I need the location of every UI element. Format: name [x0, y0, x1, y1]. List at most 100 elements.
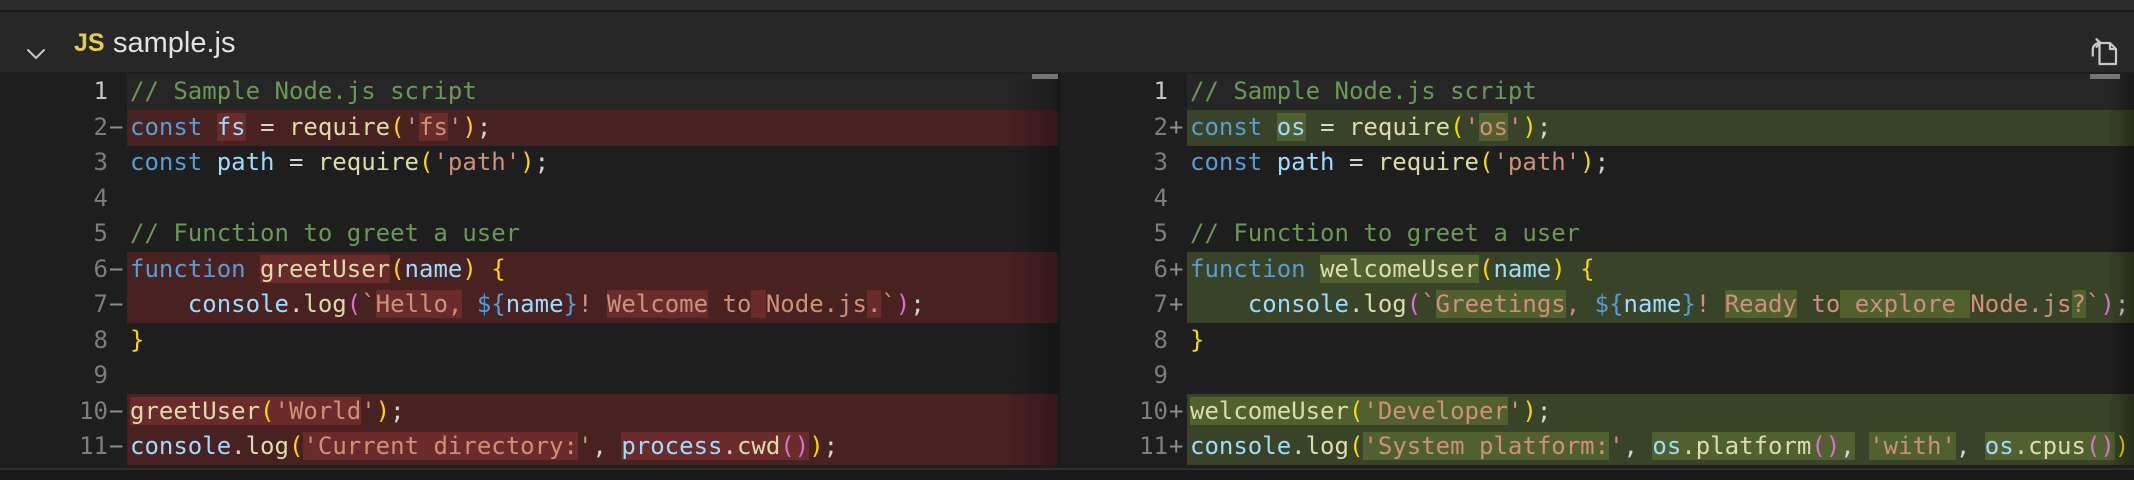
- token: // Function to greet a user: [130, 219, 520, 247]
- line-number: 11: [0, 429, 108, 464]
- line-number: 7: [1060, 287, 1168, 322]
- token: (: [1450, 113, 1464, 141]
- token: .: [1291, 432, 1305, 460]
- token: 'path': [1493, 148, 1580, 176]
- code-text[interactable]: }: [1190, 323, 2134, 358]
- code-text[interactable]: console.log('Current directory:', proces…: [130, 429, 1058, 464]
- token: log: [303, 290, 346, 318]
- diff-word-highlight: .: [867, 290, 881, 318]
- code-line: 9: [1060, 358, 2134, 394]
- token: const: [1190, 113, 1277, 141]
- bottom-strip: [0, 470, 2134, 480]
- code-text[interactable]: console.log('System platform:', os.platf…: [1190, 429, 2134, 464]
- token: {: [1580, 255, 1594, 283]
- diff-word-highlight: welcomeUser: [1190, 397, 1349, 425]
- code-line: 1// Sample Node.js script: [0, 74, 1058, 110]
- diff-word-highlight: .: [722, 432, 736, 460]
- token: // Sample Node.js script: [130, 77, 477, 105]
- token: function: [130, 255, 260, 283]
- code-line: 7+ console.log(`Greetings, ${name}! Read…: [1060, 287, 2134, 323]
- code-text[interactable]: console.log(`Hello, ${name}! Welcome to …: [130, 287, 1058, 322]
- diff-word-highlight: 'System platform:: [1363, 432, 1609, 460]
- token: [1855, 432, 1869, 460]
- code-text[interactable]: // Function to greet a user: [1190, 216, 2134, 251]
- code-text[interactable]: // Sample Node.js script: [1190, 74, 2134, 109]
- diff-word-highlight: .: [2014, 432, 2028, 460]
- token: (: [1407, 290, 1421, 318]
- code-line: 2−const fs = require('fs');: [0, 110, 1058, 146]
- code-text[interactable]: function greetUser(name) {: [130, 252, 1058, 287]
- code-line: 5// Function to greet a user: [1060, 216, 2134, 252]
- go-to-file-icon[interactable]: [2086, 34, 2122, 70]
- diff-word-highlight: 'with': [1869, 432, 1956, 460]
- token: [246, 113, 260, 141]
- token: ': [1508, 113, 1522, 141]
- code-text[interactable]: greetUser('World');: [130, 394, 1058, 429]
- added-sign: +: [1169, 110, 1189, 145]
- token: ;: [824, 432, 838, 460]
- token: console: [1248, 290, 1349, 318]
- token: (: [1479, 148, 1493, 176]
- code-line: 4: [0, 181, 1058, 217]
- code-text[interactable]: console.log(`Greetings, ${name}! Ready t…: [1190, 287, 2134, 322]
- file-name: sample.js: [113, 25, 236, 61]
- token: log: [1363, 290, 1406, 318]
- token: ': [361, 397, 375, 425]
- scrollbar-thumb[interactable]: [1032, 74, 1058, 79]
- token: // Sample Node.js script: [1190, 77, 1537, 105]
- diff-word-highlight: process: [621, 432, 722, 460]
- line-number: 2: [0, 110, 108, 145]
- token: ': [405, 113, 419, 141]
- token: ): [809, 432, 823, 460]
- code-text[interactable]: const path = require('path');: [1190, 145, 2134, 180]
- code-line: 10+welcomeUser('Developer');: [1060, 394, 2134, 430]
- diff-file-header[interactable]: JS sample.js: [0, 12, 2134, 72]
- code-text[interactable]: }: [130, 323, 1058, 358]
- token: ;: [535, 148, 549, 176]
- token: ): [462, 255, 476, 283]
- scrollbar-thumb[interactable]: [2090, 74, 2120, 79]
- token: ): [520, 148, 534, 176]
- token: require: [1349, 113, 1450, 141]
- line-number: 10: [1060, 394, 1168, 429]
- code-text[interactable]: const fs = require('fs');: [130, 110, 1058, 145]
- diff-word-highlight: ): [2100, 432, 2114, 460]
- token: (: [390, 113, 404, 141]
- chevron-down-icon[interactable]: [26, 48, 46, 60]
- code-text[interactable]: // Function to greet a user: [130, 216, 1058, 251]
- token: ${: [477, 290, 506, 318]
- token: (: [390, 255, 404, 283]
- token: const: [130, 148, 217, 176]
- code-text[interactable]: const path = require('path');: [130, 145, 1058, 180]
- token: =: [260, 113, 289, 141]
- original-editor-pane: 1// Sample Node.js script2−const fs = re…: [0, 74, 1058, 465]
- code-text[interactable]: const os = require('os');: [1190, 110, 2134, 145]
- line-number: 4: [0, 181, 108, 216]
- diff-word-highlight: ?: [2072, 290, 2086, 318]
- token: require: [289, 113, 390, 141]
- diff-word-highlight: ,: [1840, 432, 1854, 460]
- code-line: 11−console.log('Current directory:', pro…: [0, 429, 1058, 465]
- token: .: [289, 290, 303, 318]
- added-sign: +: [1169, 252, 1189, 287]
- token: [130, 290, 188, 318]
- token: =: [289, 148, 318, 176]
- token: ,: [592, 432, 621, 460]
- code-text[interactable]: welcomeUser('Developer');: [1190, 394, 2134, 429]
- token: `: [2086, 290, 2100, 318]
- code-text[interactable]: // Sample Node.js script: [130, 74, 1058, 109]
- js-lang-icon: JS: [74, 28, 105, 58]
- token: ): [1580, 148, 1594, 176]
- token: ,: [1956, 432, 1985, 460]
- token: ): [2115, 432, 2129, 460]
- diff-word-highlight: Ready: [1725, 290, 1797, 318]
- token: to: [708, 290, 751, 318]
- token: [1566, 255, 1580, 283]
- code-line: 5// Function to greet a user: [0, 216, 1058, 252]
- code-text[interactable]: function welcomeUser(name) {: [1190, 252, 2134, 287]
- code-line: 6+function welcomeUser(name) {: [1060, 252, 2134, 288]
- code-line: 3const path = require('path');: [0, 145, 1058, 181]
- diff-word-highlight: ): [1826, 432, 1840, 460]
- token: ;: [2115, 290, 2129, 318]
- token: !: [1696, 290, 1725, 318]
